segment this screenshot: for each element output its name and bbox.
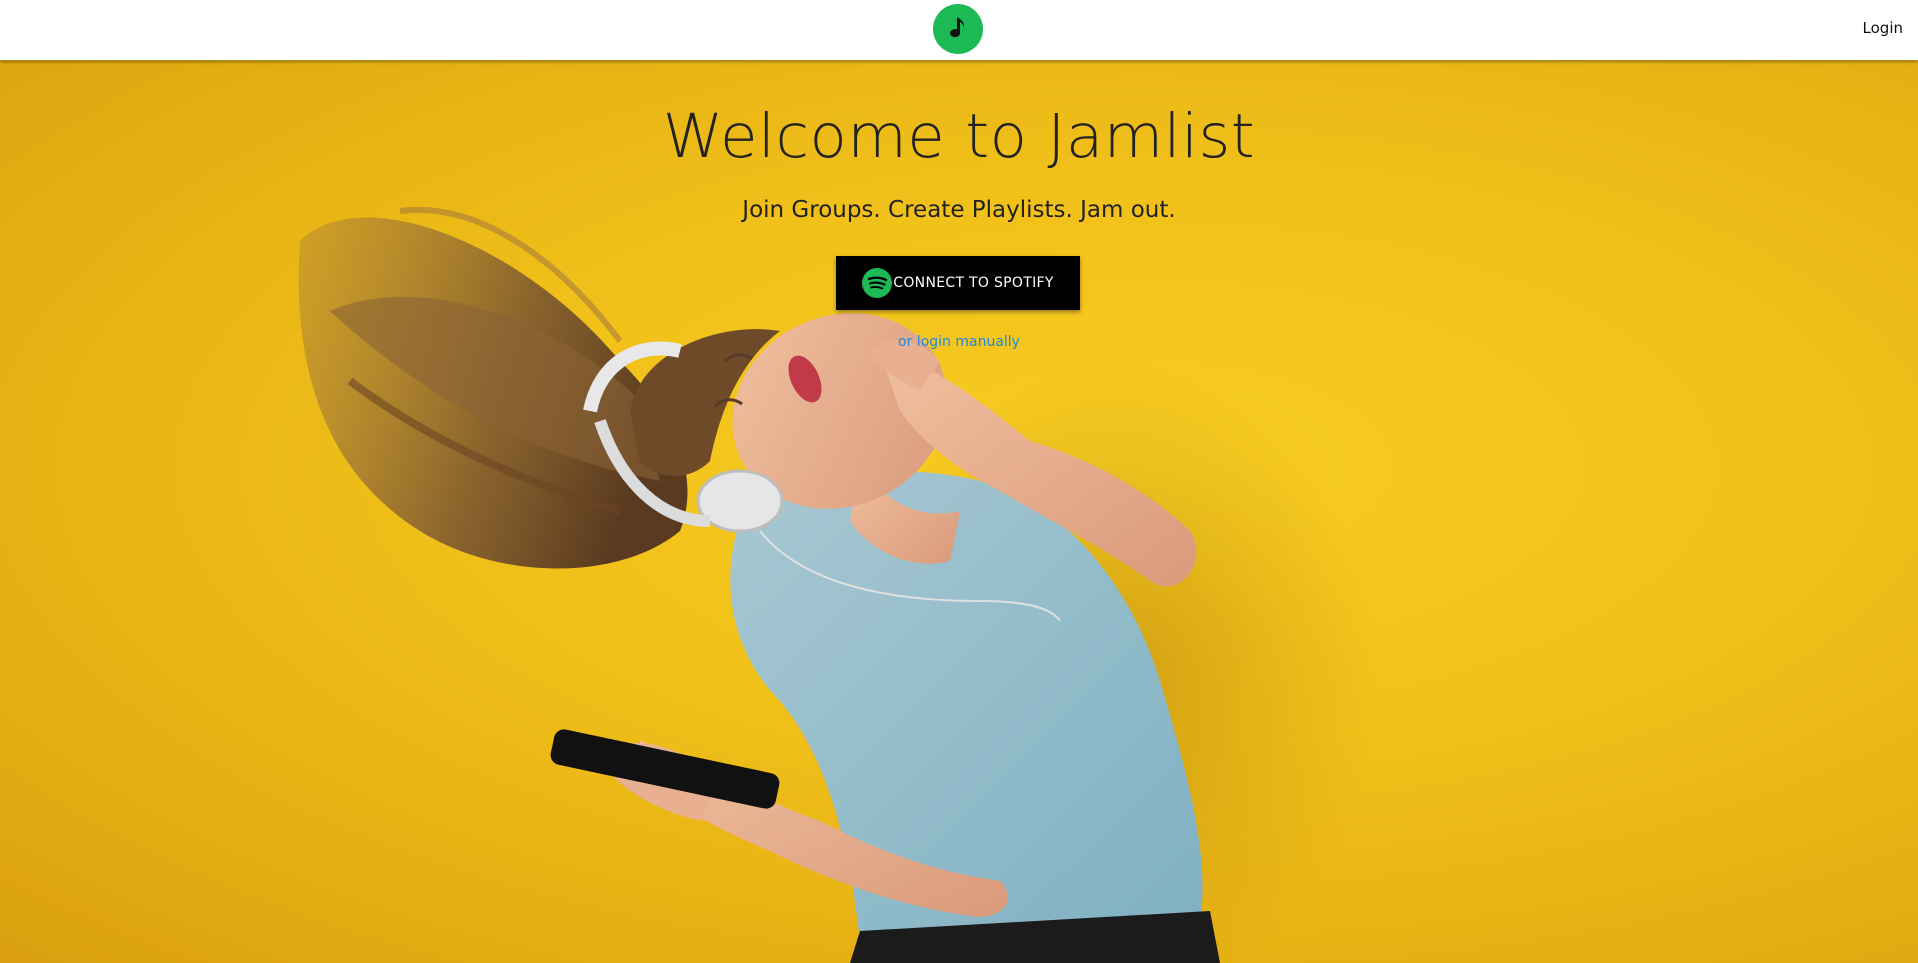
- spotify-icon: [862, 268, 893, 298]
- hero-section: Welcome to Jamlist Join Groups. Create P…: [0, 61, 1918, 963]
- logo[interactable]: [933, 4, 983, 54]
- hero-title: Welcome to Jamlist: [662, 101, 1256, 172]
- connect-spotify-label: CONNECT TO SPOTIFY: [893, 275, 1054, 291]
- top-navbar: Login: [0, 0, 1918, 60]
- hero-subtitle: Join Groups. Create Playlists. Jam out.: [742, 197, 1176, 223]
- connect-spotify-button[interactable]: CONNECT TO SPOTIFY: [836, 256, 1080, 310]
- login-link[interactable]: Login: [1863, 19, 1903, 37]
- music-note-icon: [950, 17, 965, 38]
- login-manually-link[interactable]: or login manually: [0, 334, 1918, 350]
